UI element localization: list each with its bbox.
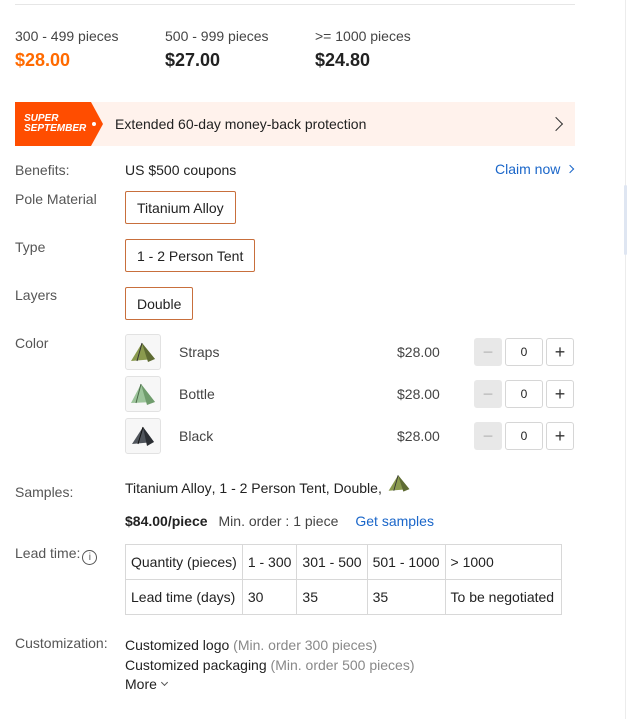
color-row-black: Black $28.00 − 0 +	[125, 418, 575, 454]
tier-price: $28.00	[15, 50, 71, 70]
decrement-button[interactable]: −	[474, 338, 502, 366]
option-titanium-alloy[interactable]: Titanium Alloy	[125, 191, 236, 224]
table-cell: 301 - 500	[296, 544, 368, 580]
more-button[interactable]: More	[125, 676, 168, 692]
table-cell: Quantity (pieces)	[125, 544, 243, 580]
color-price: $28.00	[397, 344, 440, 360]
tier-price: $27.00	[165, 50, 221, 70]
table-cell: 1 - 300	[241, 544, 298, 580]
price-tier: 300 - 499 pieces $28.00	[15, 28, 165, 70]
tier-price: $24.80	[315, 50, 371, 70]
price-tiers: 300 - 499 pieces $28.00 500 - 999 pieces…	[15, 28, 465, 70]
samples-part: 1 - 2 Person Tent	[219, 480, 326, 496]
chevron-right-icon[interactable]	[548, 116, 564, 132]
top-divider	[15, 4, 575, 5]
more-label: More	[125, 676, 157, 692]
separator: ,	[325, 480, 334, 496]
quantity-input[interactable]: 0	[505, 422, 543, 450]
table-cell: > 1000	[444, 544, 562, 580]
claim-now-link[interactable]: Claim now	[495, 161, 575, 177]
color-row-straps: Straps $28.00 − 0 +	[125, 334, 575, 370]
customization-name: Customized logo	[125, 637, 230, 653]
badge-line2: SEPTEMBER	[24, 123, 87, 134]
promo-banner[interactable]: SUPER SEPTEMBER Extended 60-day money-ba…	[15, 102, 575, 146]
samples-label: Samples:	[15, 484, 74, 500]
table-cell: 30	[241, 579, 298, 615]
increment-button[interactable]: +	[546, 380, 574, 408]
quantity-stepper: − 0 +	[474, 338, 574, 366]
get-samples-link[interactable]: Get samples	[355, 513, 434, 529]
badge-dot	[92, 122, 96, 126]
customization-label: Customization:	[15, 635, 108, 651]
table-cell: Lead time (days)	[125, 579, 243, 615]
quantity-input[interactable]: 0	[505, 380, 543, 408]
samples-summary: Titanium Alloy, 1 - 2 Person Tent, Doubl…	[125, 475, 412, 496]
color-thumbnail[interactable]	[125, 418, 161, 454]
samples-pricing: $84.00/piece Min. order : 1 piece Get sa…	[125, 513, 434, 529]
decrement-button[interactable]: −	[474, 422, 502, 450]
scrollbar-thumb[interactable]	[624, 185, 627, 255]
lead-time-label-wrap: Lead time: i	[15, 545, 98, 565]
color-row-bottle: Bottle $28.00 − 0 +	[125, 376, 575, 412]
customization-note: (Min. order 500 pieces)	[270, 657, 415, 673]
quantity-stepper: − 0 +	[474, 422, 574, 450]
samples-min-order: Min. order : 1 piece	[218, 513, 339, 529]
tent-icon	[388, 475, 410, 492]
tier-range: 500 - 999 pieces	[165, 28, 269, 44]
table-row: Lead time (days) 30 35 35 To be negotiat…	[125, 579, 562, 615]
color-thumbnail[interactable]	[125, 376, 161, 412]
option-1-2-person-tent[interactable]: 1 - 2 Person Tent	[125, 239, 256, 272]
right-divider	[625, 0, 626, 719]
tier-range: 300 - 499 pieces	[15, 28, 119, 44]
increment-button[interactable]: +	[546, 338, 574, 366]
samples-part: Titanium Alloy	[125, 480, 212, 496]
chevron-right-icon	[566, 164, 575, 174]
promo-text: Extended 60-day money-back protection	[115, 116, 367, 132]
customization-item: Customized packaging (Min. order 500 pie…	[125, 657, 414, 673]
price-tier: 500 - 999 pieces $27.00	[165, 28, 315, 70]
color-price: $28.00	[397, 386, 440, 402]
price-tier: >= 1000 pieces $24.80	[315, 28, 465, 70]
color-label: Color	[15, 335, 49, 351]
quantity-stepper: − 0 +	[474, 380, 574, 408]
quantity-input[interactable]: 0	[505, 338, 543, 366]
samples-part: Double	[333, 480, 378, 496]
color-name: Straps	[179, 344, 220, 360]
separator: ,	[211, 480, 220, 496]
color-price: $28.00	[397, 428, 440, 444]
customization-note: (Min. order 300 pieces)	[233, 637, 378, 653]
pole-material-label: Pole Material	[15, 191, 97, 207]
table-cell: 35	[366, 579, 446, 615]
table-cell: To be negotiated	[444, 579, 562, 615]
samples-price: $84.00/piece	[125, 513, 208, 529]
color-thumbnail[interactable]	[125, 334, 161, 370]
separator: ,	[377, 480, 382, 496]
customization-name: Customized packaging	[125, 657, 267, 673]
table-row: Quantity (pieces) 1 - 300 301 - 500 501 …	[125, 544, 562, 580]
decrement-button[interactable]: −	[474, 380, 502, 408]
lead-time-table: Quantity (pieces) 1 - 300 301 - 500 501 …	[125, 544, 562, 615]
type-label: Type	[15, 239, 46, 255]
tier-range: >= 1000 pieces	[315, 28, 411, 44]
table-cell: 501 - 1000	[366, 544, 446, 580]
super-september-badge: SUPER SEPTEMBER	[15, 102, 103, 146]
claim-now-label: Claim now	[495, 161, 561, 177]
option-double[interactable]: Double	[125, 287, 194, 320]
customization-item: Customized logo (Min. order 300 pieces)	[125, 637, 377, 653]
lead-time-label: Lead time:	[15, 545, 81, 561]
increment-button[interactable]: +	[546, 422, 574, 450]
benefits-label: Benefits:	[15, 162, 70, 178]
chevron-down-icon	[160, 678, 168, 687]
tent-icon	[131, 383, 155, 405]
tent-icon	[131, 342, 155, 362]
info-icon[interactable]: i	[82, 550, 98, 565]
layers-label: Layers	[15, 287, 58, 303]
color-name: Bottle	[179, 386, 215, 402]
benefits-value: US $500 coupons	[125, 162, 237, 178]
tent-icon	[132, 426, 154, 446]
table-cell: 35	[296, 579, 368, 615]
color-name: Black	[179, 428, 214, 444]
